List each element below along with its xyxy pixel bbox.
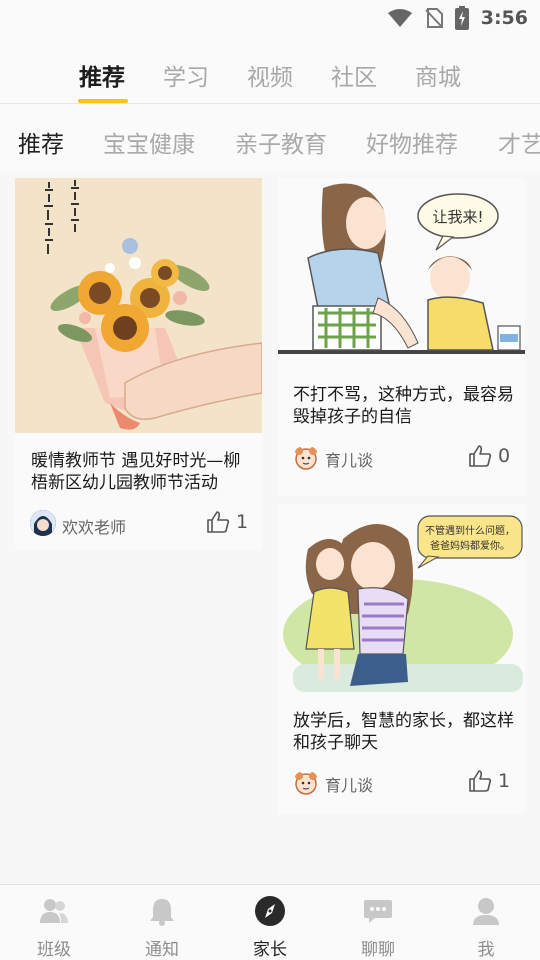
person-icon xyxy=(473,898,499,925)
status-bar: 3:56 xyxy=(0,0,540,38)
top-tab-study[interactable]: 学习 xyxy=(151,58,221,92)
sub-tab-bar[interactable]: 推荐 宝宝健康 亲子教育 好物推荐 才艺 xyxy=(0,104,540,172)
thumbs-up-icon xyxy=(469,770,492,792)
author-name[interactable]: 欢欢老师 xyxy=(62,514,126,538)
feed-card[interactable]: 让我来! 不打不骂，这种方式，最容易毁掉孩子的自信 育儿谈 0 xyxy=(278,178,525,496)
nav-label: 通知 xyxy=(145,940,179,960)
no-sim-icon xyxy=(425,8,443,28)
nav-item-me[interactable]: 我 xyxy=(432,885,540,960)
top-tab-recommend[interactable]: 推荐 xyxy=(67,58,137,92)
sub-tab-baby-health[interactable]: 宝宝健康 xyxy=(103,125,195,159)
top-tab-mall[interactable]: 商城 xyxy=(403,58,473,92)
card-title[interactable]: 暖情教师节 遇见好时光—柳梧新区幼儿园教师节活动 xyxy=(31,450,251,494)
nav-item-parent[interactable]: 家长 xyxy=(216,885,324,960)
nav-item-notice[interactable]: 通知 xyxy=(108,885,216,960)
nav-label: 家长 xyxy=(253,940,287,960)
mother-hugging-child-illustration: 不管遇到什么问题， 爸爸妈妈都爱你。 xyxy=(283,515,523,692)
svg-text:不管遇到什么问题，: 不管遇到什么问题， xyxy=(425,524,515,537)
card-image[interactable]: 不管遇到什么问题， 爸爸妈妈都爱你。 xyxy=(278,504,525,696)
battery-icon xyxy=(454,6,469,30)
like-button[interactable]: 1 xyxy=(468,770,510,792)
nav-label: 我 xyxy=(477,940,495,960)
svg-text:爸爸妈妈都爱你。: 爸爸妈妈都爱你。 xyxy=(430,539,510,552)
thumbs-up-icon xyxy=(469,445,492,467)
top-tab-video[interactable]: 视频 xyxy=(235,58,305,92)
feed-card[interactable]: 暖情教师节 遇见好时光—柳梧新区幼儿园教师节活动 欢欢老师 1 xyxy=(15,178,262,550)
author-avatar[interactable] xyxy=(30,510,56,536)
author-avatar[interactable] xyxy=(293,770,319,796)
nav-label: 聊聊 xyxy=(361,940,395,960)
like-count: 1 xyxy=(236,511,249,533)
chat-icon xyxy=(364,900,392,923)
nav-label: 班级 xyxy=(37,940,71,960)
card-image[interactable]: 让我来! xyxy=(278,178,525,366)
sub-tab-good-products[interactable]: 好物推荐 xyxy=(366,125,458,159)
author-name[interactable]: 育儿谈 xyxy=(325,447,373,471)
author-avatar[interactable] xyxy=(293,445,319,471)
nav-item-chat[interactable]: 聊聊 xyxy=(324,885,432,960)
class-people-icon xyxy=(40,899,68,923)
compass-icon xyxy=(255,896,285,926)
sub-tab-parenting[interactable]: 亲子教育 xyxy=(235,125,327,159)
like-button[interactable]: 1 xyxy=(206,511,248,533)
author-name[interactable]: 育儿谈 xyxy=(325,772,373,796)
like-button[interactable]: 0 xyxy=(468,445,510,467)
card-title[interactable]: 不打不骂，这种方式，最容易毁掉孩子的自信 xyxy=(293,384,518,428)
card-title[interactable]: 放学后，智慧的家长，都这样和孩子聊天 xyxy=(293,710,518,754)
like-count: 1 xyxy=(498,770,511,792)
feed-card[interactable]: 不管遇到什么问题， 爸爸妈妈都爱你。 放学后，智慧的家长，都这样和孩子聊天 育儿… xyxy=(278,504,525,814)
top-tab-community[interactable]: 社区 xyxy=(319,58,389,92)
wifi-icon xyxy=(387,9,412,27)
bottom-nav: 班级 通知 家长 聊聊 我 xyxy=(0,884,540,960)
mother-child-cooking-illustration: 让我来! xyxy=(278,183,525,354)
like-count: 0 xyxy=(498,445,511,467)
svg-text:让我来!: 让我来! xyxy=(432,208,483,226)
bell-icon xyxy=(150,899,174,926)
top-tab-bar: 推荐 学习 视频 社区 商城 xyxy=(0,38,540,104)
sub-tab-talent[interactable]: 才艺 xyxy=(498,125,540,159)
sub-tab-recommend[interactable]: 推荐 xyxy=(18,125,64,159)
card-image[interactable] xyxy=(15,178,262,433)
status-time: 3:56 xyxy=(480,7,528,29)
thumbs-up-icon xyxy=(207,511,230,533)
nav-item-class[interactable]: 班级 xyxy=(0,885,108,960)
sunflower-bouquet-illustration xyxy=(44,180,262,430)
active-tab-indicator xyxy=(78,99,128,103)
